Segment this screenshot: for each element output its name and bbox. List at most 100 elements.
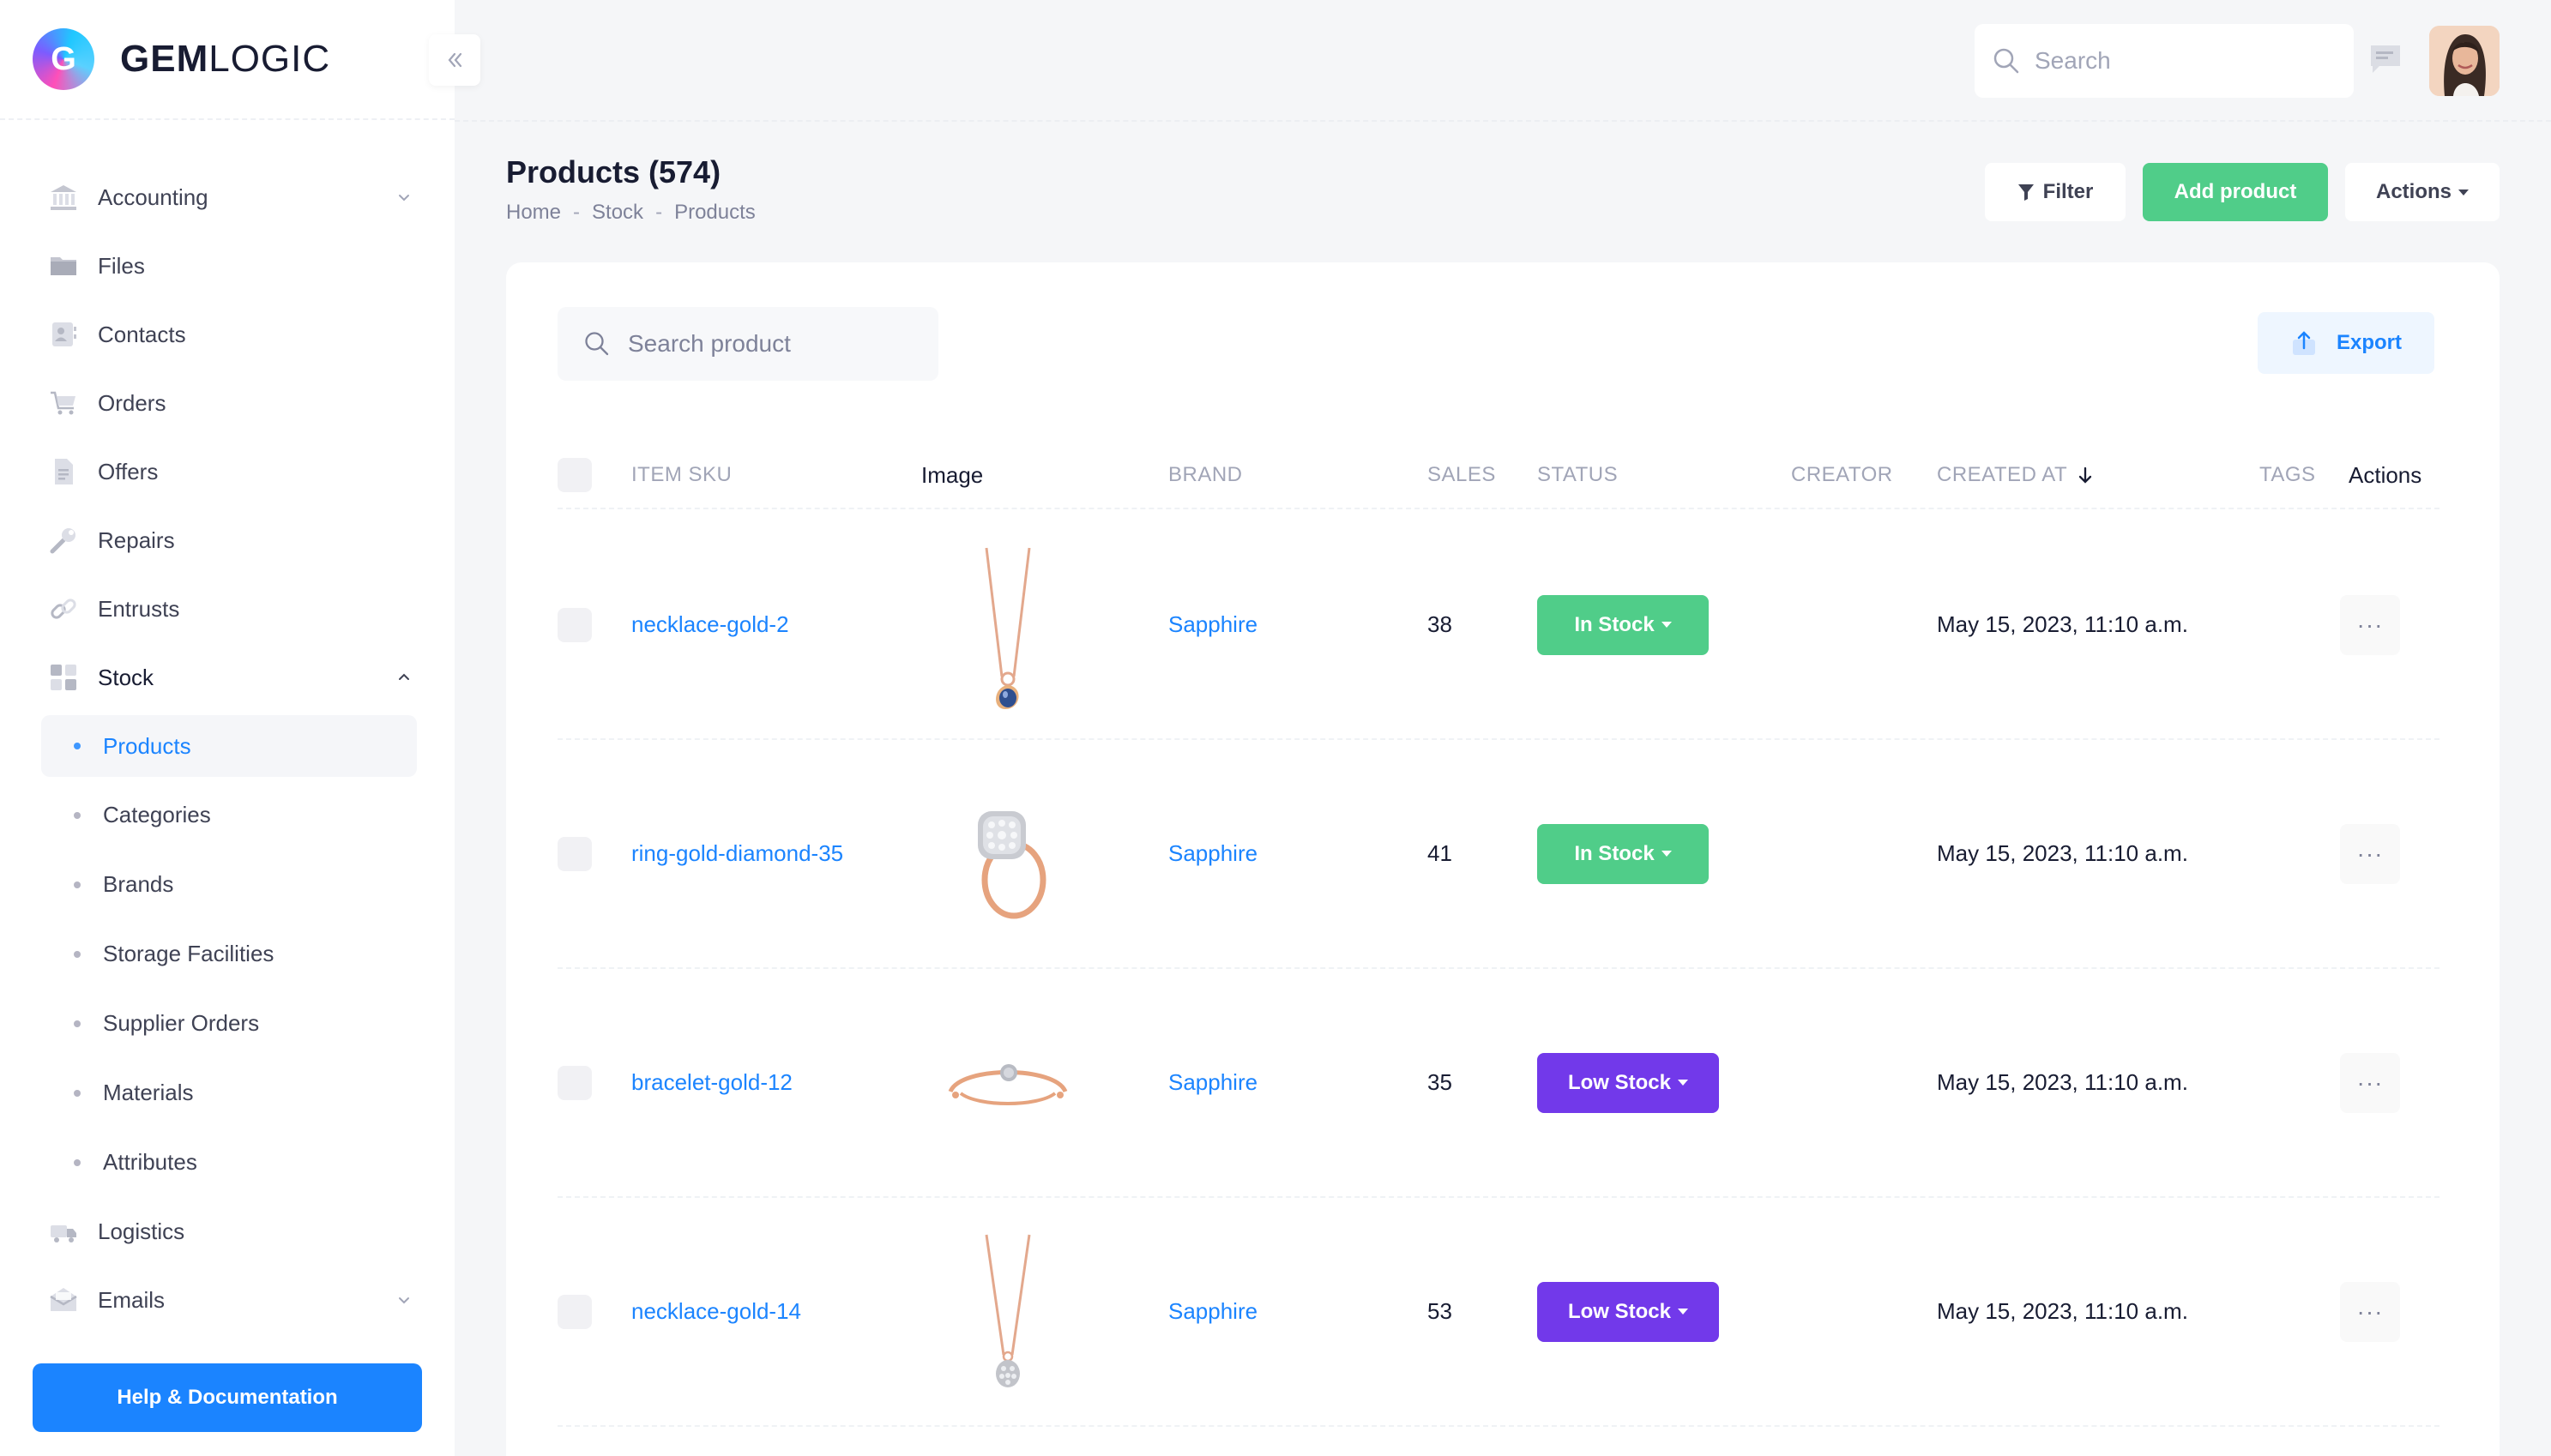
sidebar-subitem-brands[interactable]: Brands [0, 850, 455, 919]
row-checkbox[interactable] [558, 1294, 592, 1329]
wrench-icon [48, 525, 79, 556]
created-at-cell: May 15, 2023, 11:10 a.m. [1937, 840, 2188, 866]
sidebar: G GEMLOGIC Accounting Files Contacts Ord… [0, 0, 455, 1456]
actions-cell: ··· [2340, 740, 2400, 967]
more-actions-button[interactable]: ··· [2340, 1281, 2400, 1342]
sidebar-subitem-products[interactable]: Products [41, 715, 417, 777]
sidebar-subitem-categories[interactable]: Categories [0, 780, 455, 850]
sidebar-item-label: Entrusts [98, 595, 180, 622]
sidebar-collapse-button[interactable] [429, 34, 480, 86]
logo-mark-icon: G [33, 28, 94, 90]
column-header-sku[interactable]: ITEM SKU [631, 441, 732, 509]
row-checkbox-cell [558, 969, 592, 1196]
truck-icon [48, 1216, 79, 1247]
brand-link[interactable]: Sapphire [1168, 611, 1257, 638]
column-header-tags[interactable]: TAGS [2259, 441, 2316, 509]
sidebar-item-entrusts[interactable]: Entrusts [0, 575, 455, 643]
sidebar-item-orders[interactable]: Orders [0, 369, 455, 437]
breadcrumb-products: Products [674, 201, 756, 224]
sku-link[interactable]: ring-gold-diamond-35 [631, 840, 843, 867]
row-checkbox[interactable] [558, 836, 592, 871]
column-header-created-at[interactable]: CREATED AT [1937, 441, 2095, 509]
sidebar-subitem-attributes[interactable]: Attributes [0, 1128, 455, 1197]
sku-link[interactable]: necklace-gold-2 [631, 611, 789, 638]
column-header-status[interactable]: STATUS [1537, 441, 1618, 509]
status-dropdown-button[interactable]: Low Stock [1537, 1281, 1719, 1342]
column-header-actions: Actions [2349, 461, 2422, 488]
brand-cell: Sapphire [1168, 511, 1257, 738]
status-dropdown-button[interactable]: Low Stock [1537, 1052, 1719, 1113]
double-chevron-left-icon [448, 52, 462, 68]
arrow-down-icon [2078, 466, 2092, 484]
bullet-icon [74, 1158, 81, 1166]
column-header-creator[interactable]: CREATOR [1791, 441, 1893, 509]
sku-link[interactable]: bracelet-gold-12 [631, 1069, 793, 1096]
sidebar-item-emails[interactable]: Emails [0, 1266, 455, 1334]
sidebar-subitem-supplier-orders[interactable]: Supplier Orders [0, 989, 455, 1058]
caret-down-icon [1678, 1309, 1688, 1315]
sidebar-item-stock[interactable]: Stock [0, 643, 455, 712]
table-header: ITEM SKU Image BRAND SALES STATUS CREATO… [558, 441, 2439, 509]
sidebar-item-label: Offers [98, 458, 159, 484]
column-header-image: Image [921, 461, 984, 488]
sidebar-item-label: Emails [98, 1286, 166, 1313]
brand-link[interactable]: Sapphire [1168, 1298, 1257, 1325]
table-row: ring-gold-diamond-35 Sapphire 41 In Stoc… [558, 740, 2439, 969]
created-at-cell: May 15, 2023, 11:10 a.m. [1937, 1298, 2188, 1324]
sidebar-item-label: Logistics [98, 1218, 185, 1244]
help-documentation-button[interactable]: Help & Documentation [33, 1363, 422, 1432]
product-search[interactable] [558, 307, 938, 381]
actions-cell: ··· [2340, 1198, 2400, 1425]
bullet-icon [74, 811, 81, 819]
row-checkbox[interactable] [558, 607, 592, 642]
sidebar-item-logistics[interactable]: Logistics [0, 1197, 455, 1266]
sidebar-item-label: Accounting [98, 184, 208, 210]
actions-dropdown-button[interactable]: Actions [2345, 163, 2500, 221]
sidebar-item-offers[interactable]: Offers [0, 437, 455, 506]
more-actions-button[interactable]: ··· [2340, 594, 2400, 655]
product-search-input[interactable] [628, 330, 937, 358]
sidebar-item-files[interactable]: Files [0, 232, 455, 300]
column-header-brand[interactable]: BRAND [1168, 441, 1243, 509]
sidebar-item-accounting[interactable]: Accounting [0, 163, 455, 232]
chat-button[interactable] [2366, 39, 2405, 79]
add-product-button[interactable]: Add product [2143, 163, 2328, 221]
document-icon [48, 456, 79, 487]
brand-link[interactable]: Sapphire [1168, 840, 1257, 867]
sidebar-item-label: Stock [98, 664, 154, 690]
product-image-ring [978, 810, 1046, 918]
sku-cell: ring-gold-diamond-35 [631, 740, 843, 967]
select-all-checkbox[interactable] [558, 458, 592, 492]
export-button[interactable]: Export [2258, 312, 2434, 374]
user-avatar[interactable] [2429, 26, 2500, 96]
logo[interactable]: G GEMLOGIC [0, 0, 455, 120]
breadcrumb-separator: - [655, 201, 663, 224]
filter-button[interactable]: Filter [1985, 163, 2126, 221]
global-search[interactable] [1975, 24, 2354, 98]
sidebar-item-repairs[interactable]: Repairs [0, 506, 455, 575]
cart-icon [48, 388, 79, 418]
more-actions-button[interactable]: ··· [2340, 1052, 2400, 1113]
more-actions-button[interactable]: ··· [2340, 823, 2400, 884]
select-all-checkbox-cell [558, 441, 592, 509]
column-header-sales[interactable]: SALES [1427, 441, 1496, 509]
bullet-icon [74, 1089, 81, 1097]
brand-link[interactable]: Sapphire [1168, 1069, 1257, 1096]
breadcrumb-stock[interactable]: Stock [592, 201, 643, 225]
breadcrumb-home[interactable]: Home [506, 201, 561, 225]
breadcrumb-separator: - [573, 201, 581, 224]
status-dropdown-button[interactable]: In Stock [1537, 594, 1709, 655]
sidebar-item-contacts[interactable]: Contacts [0, 300, 455, 369]
status-cell: Low Stock [1537, 1198, 1719, 1425]
sidebar-subitem-storage-facilities[interactable]: Storage Facilities [0, 919, 455, 989]
table-row: necklace-gold-14 Sapphire 53 Low Stock M… [558, 1198, 2439, 1427]
sidebar-item-label: Files [98, 252, 145, 279]
sales-cell: 53 [1427, 1298, 1452, 1324]
table-row: necklace-gold-2 Sapphire 38 In Stock May… [558, 511, 2439, 740]
sku-link[interactable]: necklace-gold-14 [631, 1298, 801, 1325]
bullet-icon [74, 950, 81, 958]
global-search-input[interactable] [2035, 47, 2343, 75]
status-dropdown-button[interactable]: In Stock [1537, 823, 1709, 884]
row-checkbox[interactable] [558, 1065, 592, 1100]
sidebar-subitem-materials[interactable]: Materials [0, 1058, 455, 1128]
